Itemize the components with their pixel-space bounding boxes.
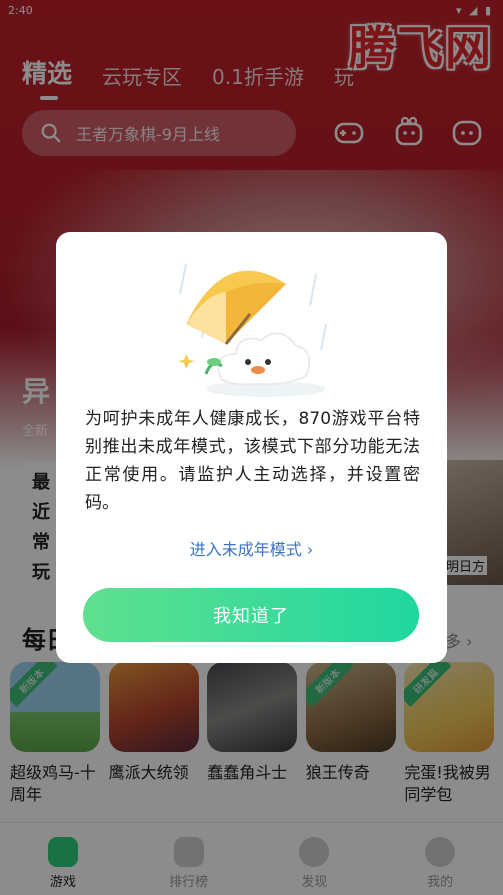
confirm-button[interactable]: 我知道了 — [83, 588, 419, 642]
enter-minor-mode-link[interactable]: 进入未成年模式 › — [56, 536, 447, 560]
dialog-message: 为呵护未成年人健康成长，870游戏平台特别推出未成年模式，该模式下部分功能无法正… — [85, 409, 420, 513]
app-root: 2:40 ▾ ◢ ▮ 精选 云玩专区 0.1折手游 玩 腾飞网 王者万象棋-9月… — [0, 0, 503, 895]
minor-mode-dialog: 为呵护未成年人健康成长，870游戏平台特别推出未成年模式，该模式下部分功能无法正… — [56, 232, 447, 663]
enter-minor-mode-label: 进入未成年模式 — [189, 540, 302, 559]
chevron-right-icon: › — [306, 540, 314, 559]
umbrella-mascot-illustration — [178, 263, 327, 397]
